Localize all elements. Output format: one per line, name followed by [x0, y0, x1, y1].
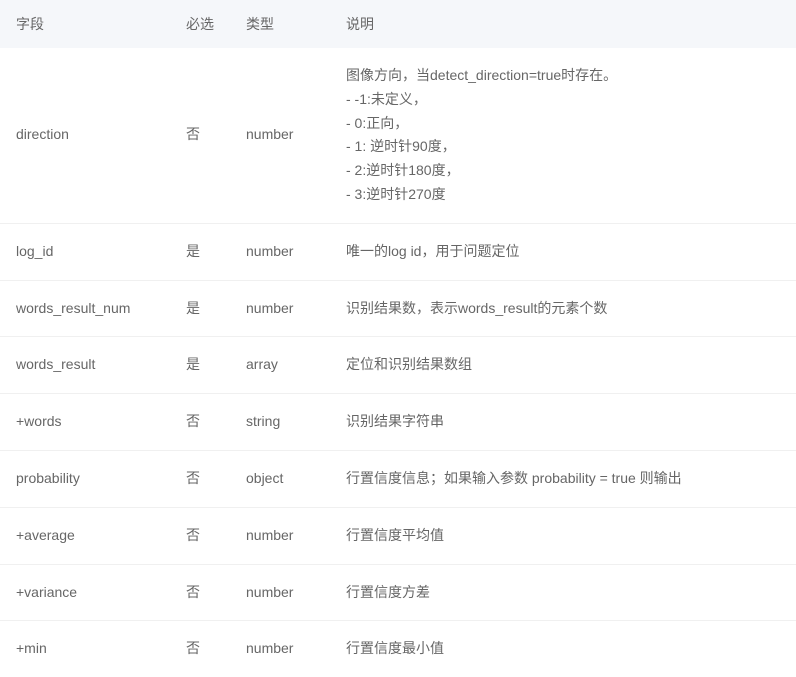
cell-field: words_result_num — [0, 280, 170, 337]
cell-required: 否 — [170, 564, 230, 621]
cell-description: 定位和识别结果数组 — [330, 337, 796, 394]
cell-description: 行置信度平均值 — [330, 507, 796, 564]
cell-type: number — [230, 223, 330, 280]
cell-description: 行置信度方差 — [330, 564, 796, 621]
table-row: +min 否 number 行置信度最小值 — [0, 621, 796, 677]
cell-required: 否 — [170, 507, 230, 564]
table-row: words_result 是 array 定位和识别结果数组 — [0, 337, 796, 394]
cell-required: 是 — [170, 280, 230, 337]
table-row: +words 否 string 识别结果字符串 — [0, 394, 796, 451]
cell-type: object — [230, 450, 330, 507]
table-row: +variance 否 number 行置信度方差 — [0, 564, 796, 621]
cell-required: 否 — [170, 621, 230, 677]
cell-field: +min — [0, 621, 170, 677]
cell-description: 识别结果字符串 — [330, 394, 796, 451]
cell-description: 图像方向，当detect_direction=true时存在。 - -1:未定义… — [330, 48, 796, 223]
cell-description: 行置信度信息；如果输入参数 probability = true 则输出 — [330, 450, 796, 507]
cell-type: number — [230, 507, 330, 564]
cell-field: log_id — [0, 223, 170, 280]
cell-required: 否 — [170, 48, 230, 223]
cell-field: +words — [0, 394, 170, 451]
cell-type: number — [230, 621, 330, 677]
cell-description: 唯一的log id，用于问题定位 — [330, 223, 796, 280]
cell-type: number — [230, 564, 330, 621]
cell-field: +average — [0, 507, 170, 564]
cell-required: 否 — [170, 450, 230, 507]
cell-field: +variance — [0, 564, 170, 621]
header-field: 字段 — [0, 0, 170, 48]
api-params-table: 字段 必选 类型 说明 direction 否 number 图像方向，当det… — [0, 0, 796, 677]
cell-required: 否 — [170, 394, 230, 451]
cell-description: 行置信度最小值 — [330, 621, 796, 677]
table-row: words_result_num 是 number 识别结果数，表示words_… — [0, 280, 796, 337]
table-row: log_id 是 number 唯一的log id，用于问题定位 — [0, 223, 796, 280]
cell-type: number — [230, 280, 330, 337]
cell-type: array — [230, 337, 330, 394]
table-row: direction 否 number 图像方向，当detect_directio… — [0, 48, 796, 223]
table-header-row: 字段 必选 类型 说明 — [0, 0, 796, 48]
cell-field: probability — [0, 450, 170, 507]
cell-field: direction — [0, 48, 170, 223]
table-row: probability 否 object 行置信度信息；如果输入参数 proba… — [0, 450, 796, 507]
cell-type: string — [230, 394, 330, 451]
cell-type: number — [230, 48, 330, 223]
cell-description: 识别结果数，表示words_result的元素个数 — [330, 280, 796, 337]
header-type: 类型 — [230, 0, 330, 48]
cell-field: words_result — [0, 337, 170, 394]
header-description: 说明 — [330, 0, 796, 48]
cell-required: 是 — [170, 337, 230, 394]
cell-required: 是 — [170, 223, 230, 280]
table-row: +average 否 number 行置信度平均值 — [0, 507, 796, 564]
header-required: 必选 — [170, 0, 230, 48]
